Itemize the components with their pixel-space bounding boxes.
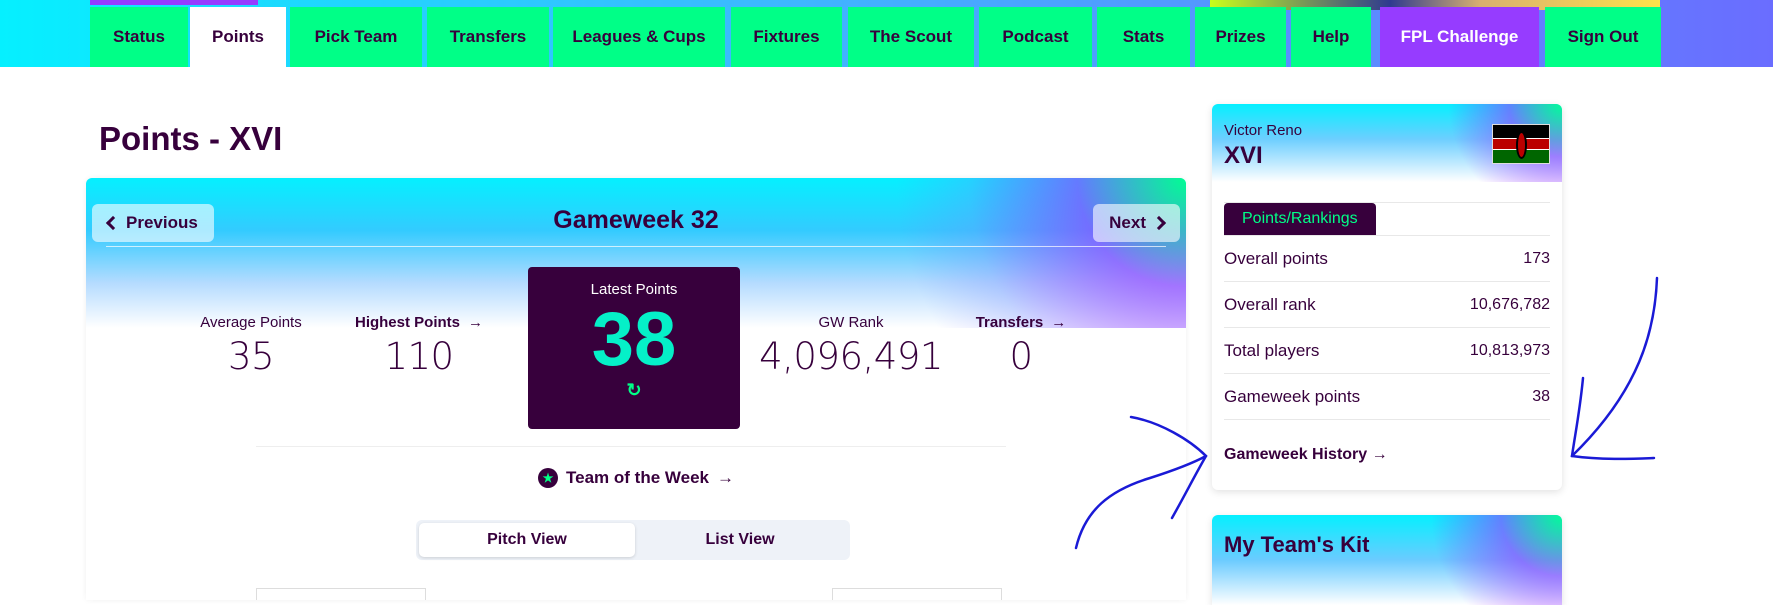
team-of-the-week-label[interactable]: Team of the Week bbox=[566, 468, 709, 488]
arrow-right-icon: → bbox=[1051, 314, 1067, 331]
stats-divider bbox=[256, 446, 1006, 447]
gameweek-title: Gameweek 32 bbox=[553, 206, 719, 234]
average-points-value: 35 bbox=[227, 335, 275, 378]
highest-points-value: 110 bbox=[384, 335, 454, 378]
manager-card: Victor Reno XVI Points/Rankings Overall … bbox=[1212, 104, 1562, 490]
pitch-view-button[interactable]: Pitch View bbox=[419, 523, 635, 557]
annotation-arrowhead-right bbox=[1570, 376, 1656, 461]
latest-points-label: Latest Points bbox=[590, 281, 678, 298]
nav-tab-help[interactable]: Help bbox=[1291, 7, 1371, 67]
header-divider bbox=[106, 246, 1166, 247]
nav-tab-status[interactable]: Status bbox=[90, 7, 188, 67]
total-players-value: 10,813,973 bbox=[1469, 341, 1550, 359]
nav-tab-sign-out[interactable]: Sign Out bbox=[1545, 7, 1661, 67]
overall-rank-label: Overall rank bbox=[1224, 294, 1316, 314]
chevron-right-icon bbox=[1151, 215, 1167, 231]
transfers-label[interactable]: Transfers bbox=[976, 314, 1044, 331]
overall-rank-row: Overall rank 10,676,782 bbox=[1224, 282, 1550, 328]
banner-accent-strip bbox=[90, 0, 258, 5]
latest-points-card: Latest Points 38 ↻ bbox=[528, 267, 740, 429]
nav-tab-stats[interactable]: Stats bbox=[1097, 7, 1190, 67]
gameweek-points-value: 38 bbox=[1532, 387, 1550, 405]
gw-rank-value: 4,096,491 bbox=[759, 335, 943, 378]
overall-points-row: Overall points 173 bbox=[1224, 236, 1550, 282]
gameweek-points-row: Gameweek points 38 bbox=[1224, 374, 1550, 420]
gameweek-points-label: Gameweek points bbox=[1224, 386, 1361, 406]
nav-tab-fpl-challenge[interactable]: FPL Challenge bbox=[1380, 7, 1539, 67]
highest-points-label[interactable]: Highest Points bbox=[355, 314, 460, 331]
overall-points-value: 173 bbox=[1523, 249, 1550, 267]
refresh-icon[interactable]: ↻ bbox=[626, 380, 641, 401]
next-label: Next bbox=[1109, 213, 1146, 232]
arrow-right-icon: → bbox=[468, 314, 483, 331]
team-kit-title: My Team's Kit bbox=[1224, 532, 1370, 557]
kenya-flag-icon bbox=[1492, 124, 1550, 164]
latest-points-value: 38 bbox=[591, 297, 677, 382]
star-icon: ★ bbox=[538, 468, 559, 488]
nav-tab-prizes[interactable]: Prizes bbox=[1195, 7, 1286, 67]
arrow-right-icon: → bbox=[1371, 446, 1388, 463]
page-title: Points - XVI bbox=[99, 120, 283, 157]
overall-points-label: Overall points bbox=[1224, 248, 1328, 268]
transfers-value: 0 bbox=[1009, 335, 1033, 378]
gw-rank-label: GW Rank bbox=[818, 314, 884, 331]
highest-points-stat[interactable]: Highest Points → 110 bbox=[334, 314, 504, 378]
top-banner: Status Points Pick Team Transfers League… bbox=[0, 0, 1773, 67]
team-name: XVI bbox=[1224, 142, 1263, 169]
gameweek-history-link[interactable]: Gameweek History → bbox=[1224, 446, 1388, 464]
nav-tab-leagues-cups[interactable]: Leagues & Cups bbox=[553, 7, 725, 67]
points-panel: Previous Gameweek 32 Next Average Points… bbox=[86, 178, 1186, 600]
next-gameweek-button[interactable]: Next bbox=[1093, 204, 1180, 242]
average-points-label: Average Points bbox=[200, 314, 302, 331]
manager-name: Victor Reno bbox=[1224, 122, 1303, 139]
points-rankings-tab[interactable]: Points/Rankings bbox=[1224, 203, 1376, 235]
gameweek-header: Previous Gameweek 32 Next bbox=[86, 178, 1186, 248]
annotation-arrow-right bbox=[1570, 276, 1659, 458]
nav-tab-fixtures[interactable]: Fixtures bbox=[731, 7, 842, 67]
nav-tab-pick-team[interactable]: Pick Team bbox=[290, 7, 422, 67]
nav-tab-transfers[interactable]: Transfers bbox=[427, 7, 549, 67]
gw-rank-stat: GW Rank 4,096,491 bbox=[756, 314, 946, 378]
overall-rank-value: 10,676,782 bbox=[1469, 295, 1550, 313]
total-players-label: Total players bbox=[1224, 340, 1320, 360]
nav-tab-the-scout[interactable]: The Scout bbox=[848, 7, 974, 67]
nav-tab-points[interactable]: Points bbox=[190, 7, 286, 67]
pitch-edge bbox=[256, 588, 426, 600]
transfers-stat[interactable]: Transfers → 0 bbox=[966, 314, 1076, 378]
list-view-button[interactable]: List View bbox=[632, 523, 848, 557]
gameweek-history-label[interactable]: Gameweek History bbox=[1224, 446, 1367, 463]
team-kit-card: My Team's Kit bbox=[1212, 515, 1562, 605]
arrow-right-icon: → bbox=[716, 468, 734, 487]
view-toggle: Pitch View List View bbox=[416, 520, 850, 560]
team-of-the-week-link[interactable]: ★ Team of the Week → bbox=[86, 468, 1186, 488]
total-players-row: Total players 10,813,973 bbox=[1224, 328, 1550, 374]
average-points-stat: Average Points 35 bbox=[176, 314, 326, 378]
nav-tab-podcast[interactable]: Podcast bbox=[979, 7, 1092, 67]
pitch-edge bbox=[832, 588, 1002, 600]
